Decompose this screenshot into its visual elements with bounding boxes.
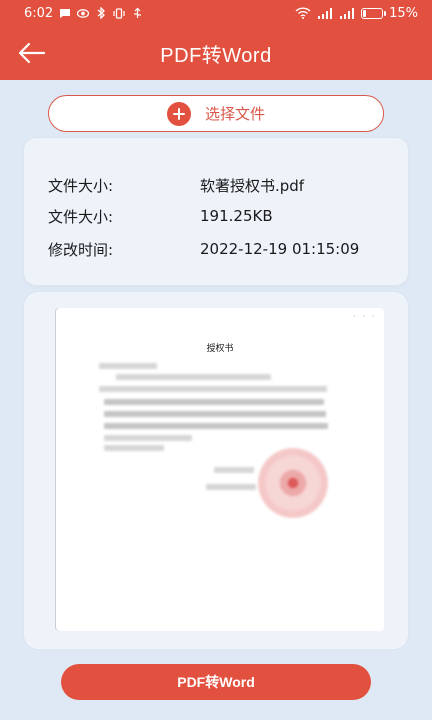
status-left: 6:02 bbox=[24, 6, 143, 21]
status-time: 6:02 bbox=[24, 5, 54, 21]
file-name-row: 文件大小: 软著授权书.pdf bbox=[48, 173, 392, 197]
blurred-text-line bbox=[206, 484, 256, 490]
status-bar: 6:02 15% bbox=[0, 0, 432, 26]
official-seal-image bbox=[258, 448, 328, 518]
page-title: PDF转Word bbox=[160, 44, 272, 67]
pdf-preview-card[interactable]: ⋅ ⋅ ⋅ 授权书 bbox=[24, 292, 408, 649]
message-icon bbox=[59, 7, 71, 19]
wifi-icon bbox=[295, 7, 311, 19]
blurred-text-line bbox=[104, 411, 326, 417]
blurred-text-line bbox=[99, 386, 327, 392]
battery-icon bbox=[361, 7, 387, 19]
pdf-page-preview: ⋅ ⋅ ⋅ 授权书 bbox=[56, 308, 384, 631]
blurred-text-line bbox=[116, 374, 271, 380]
blurred-text-line bbox=[104, 423, 328, 429]
document-title: 授权书 bbox=[206, 344, 234, 354]
battery-percent: 15% bbox=[389, 5, 418, 21]
signal-icon-2 bbox=[339, 7, 355, 19]
file-size-value: 191.25KB bbox=[200, 207, 273, 225]
plus-circle-icon bbox=[166, 101, 191, 126]
usb-icon bbox=[131, 7, 143, 19]
modified-time-key: 修改时间: bbox=[48, 240, 114, 259]
file-size-key: 文件大小: bbox=[48, 207, 114, 226]
signal-icon bbox=[317, 7, 333, 19]
convert-pdf-to-word-button[interactable]: PDF转Word bbox=[61, 664, 371, 700]
page-corner-marks: ⋅ ⋅ ⋅ bbox=[353, 312, 376, 321]
blurred-text-line bbox=[99, 363, 157, 369]
eye-icon bbox=[77, 7, 90, 19]
file-size-row: 文件大小: 191.25KB bbox=[48, 204, 392, 228]
blurred-text-line bbox=[104, 445, 164, 451]
select-file-label: 选择文件 bbox=[204, 105, 265, 123]
blurred-text-line bbox=[104, 399, 324, 405]
file-info-card: 文件大小: 软著授权书.pdf 文件大小: 191.25KB 修改时间: 202… bbox=[24, 138, 408, 285]
modified-time-row: 修改时间: 2022-12-19 01:15:09 bbox=[48, 237, 392, 261]
bluetooth-icon bbox=[95, 7, 107, 19]
status-right: 15% bbox=[295, 6, 418, 21]
file-name-key: 文件大小: bbox=[48, 176, 114, 195]
app-bar: PDF转Word bbox=[0, 26, 432, 80]
modified-time-value: 2022-12-19 01:15:09 bbox=[200, 240, 360, 258]
file-name-value: 软著授权书.pdf bbox=[200, 176, 305, 195]
select-file-button[interactable]: 选择文件 bbox=[48, 95, 384, 132]
vibrate-icon bbox=[113, 7, 125, 19]
blurred-text-line bbox=[104, 435, 192, 441]
blurred-text-line bbox=[214, 467, 254, 473]
